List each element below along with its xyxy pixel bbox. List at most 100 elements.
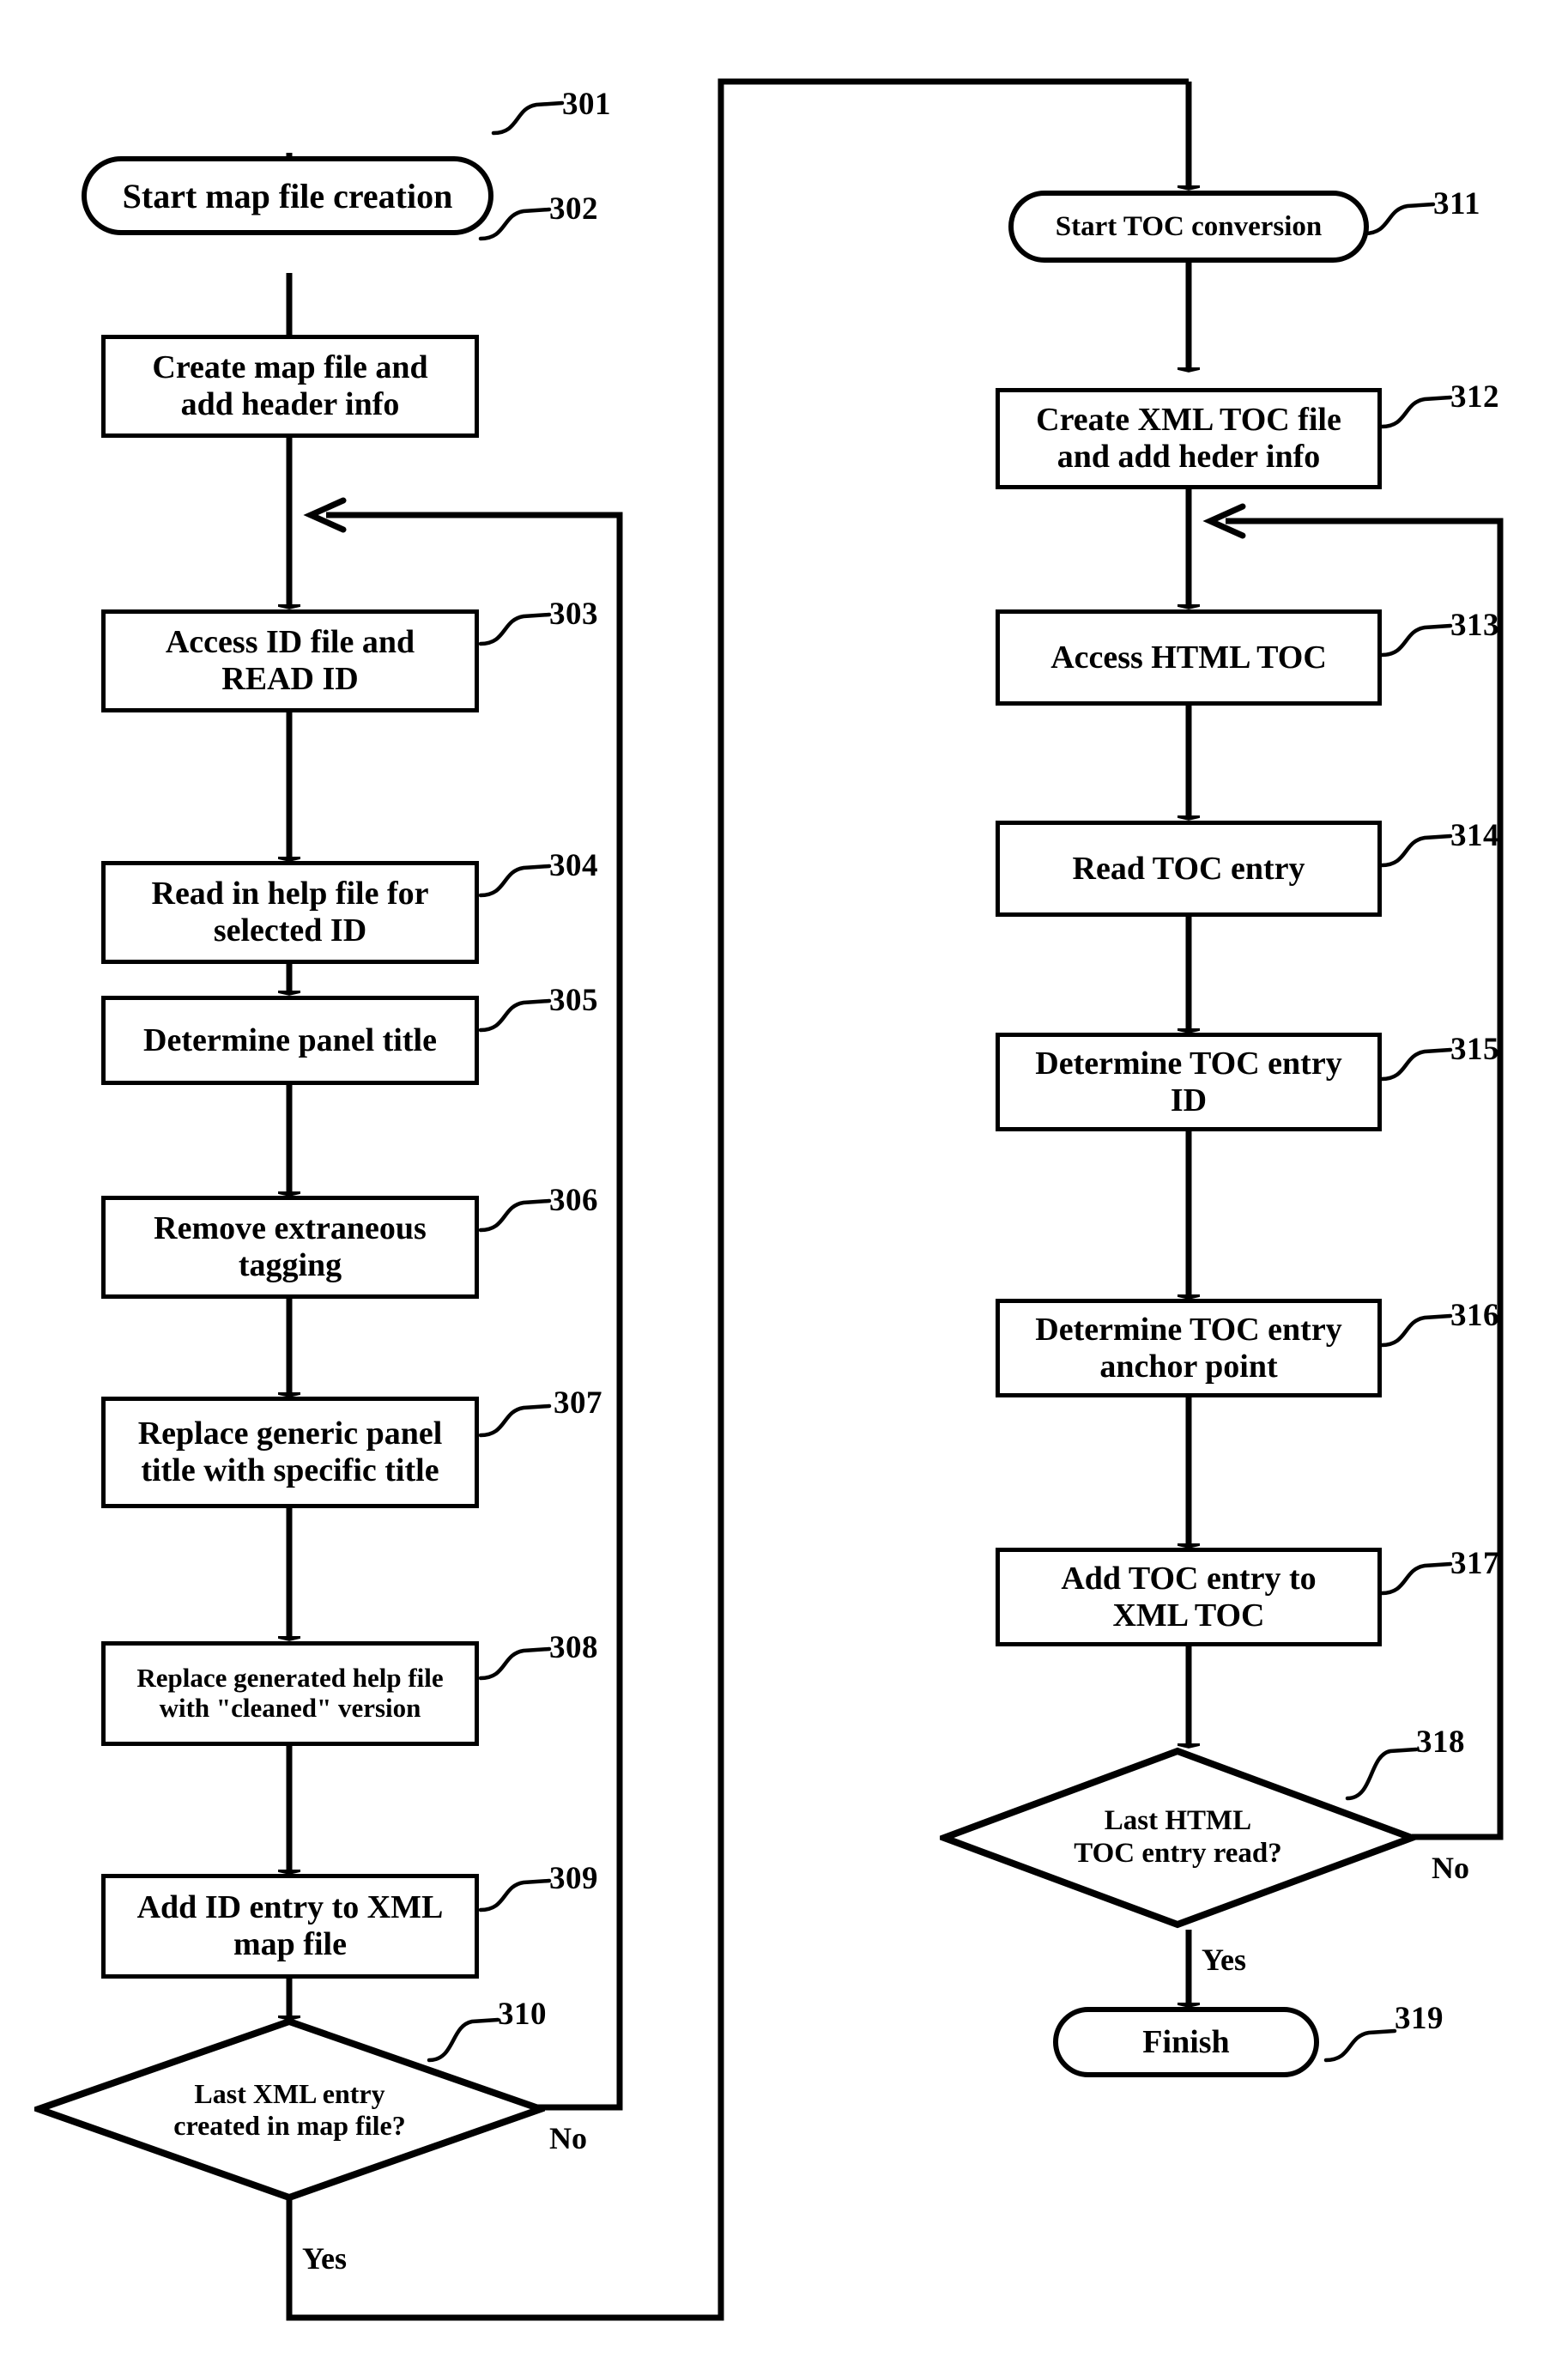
node-label-line2: title with specific title [141, 1452, 439, 1488]
ref-number-305: 305 [549, 983, 598, 1018]
node-replace-generic-panel-title[interactable]: Replace generic panel title with specifi… [101, 1397, 479, 1508]
node-start-toc-conversion[interactable]: Start TOC conversion [1008, 191, 1369, 263]
leader-316 [1379, 1313, 1453, 1348]
node-label: Finish [1142, 2024, 1230, 2060]
node-label-line1: Create XML TOC file [1036, 402, 1341, 439]
leader-314 [1379, 833, 1453, 868]
leader-303 [478, 612, 552, 646]
ref-number-304: 304 [549, 848, 598, 883]
node-label-line1: Replace generated help file [136, 1663, 444, 1694]
ref-number-309: 309 [549, 1861, 598, 1896]
node-label-line1: Access ID file and [165, 624, 415, 661]
node-access-html-toc[interactable]: Access HTML TOC [996, 609, 1382, 706]
node-label: Replace generic panel title with specifi… [133, 1415, 448, 1488]
arrowhead-310-no [303, 497, 347, 533]
node-label-line2: READ ID [221, 661, 359, 697]
node-read-help-file[interactable]: Read in help file for selected ID [101, 861, 479, 964]
node-access-id-file[interactable]: Access ID file and READ ID [101, 609, 479, 712]
node-label: Read in help file for selected ID [147, 876, 434, 949]
node-label: Create map file and add header info [147, 349, 433, 422]
node-finish[interactable]: Finish [1053, 2007, 1319, 2077]
node-determine-toc-anchor-point[interactable]: Determine TOC entry anchor point [996, 1299, 1382, 1397]
node-label-line1: Replace generic panel [137, 1415, 443, 1452]
flowchart-canvas: Start map file creation 301 Create map f… [0, 0, 1568, 2358]
leader-301 [491, 100, 565, 136]
ref-number-307: 307 [554, 1385, 602, 1421]
ref-number-318: 318 [1416, 1725, 1465, 1760]
node-label: Create XML TOC file and add heder info [1031, 402, 1347, 475]
node-label-line1: Remove extraneous [154, 1210, 427, 1247]
leader-315 [1379, 1047, 1453, 1082]
leader-309 [478, 1878, 552, 1912]
node-decision-last-xml-entry[interactable]: Last XML entry created in map file? [34, 2017, 545, 2202]
node-label-line2: ID [1170, 1082, 1208, 1118]
node-label: Add ID entry to XML map file [132, 1889, 449, 1962]
node-start-map-file-creation[interactable]: Start map file creation [82, 156, 493, 235]
node-remove-extraneous-tagging[interactable]: Remove extraneous tagging [101, 1196, 479, 1299]
node-determine-panel-title[interactable]: Determine panel title [101, 996, 479, 1085]
leader-319 [1323, 2028, 1397, 2063]
node-label-line1: Read in help file for [151, 876, 429, 912]
leader-302 [478, 207, 552, 241]
node-label-line2: created in map file? [173, 2109, 406, 2141]
node-label-line2: anchor point [1099, 1348, 1278, 1385]
node-read-toc-entry[interactable]: Read TOC entry [996, 821, 1382, 917]
node-replace-generated-help-file[interactable]: Replace generated help file with "cleane… [101, 1641, 479, 1746]
node-add-id-entry-to-xml-map[interactable]: Add ID entry to XML map file [101, 1874, 479, 1979]
leader-306 [478, 1198, 552, 1233]
ref-number-314: 314 [1450, 818, 1499, 853]
ref-number-315: 315 [1450, 1032, 1499, 1067]
node-label-line2: XML TOC [1112, 1597, 1265, 1634]
node-label-line1: Add TOC entry to [1061, 1560, 1317, 1597]
ref-number-301: 301 [562, 87, 611, 122]
branch-label-318-no: No [1432, 1851, 1469, 1885]
ref-number-306: 306 [549, 1183, 598, 1218]
ref-number-303: 303 [549, 597, 598, 632]
branch-label-310-no: No [549, 2121, 587, 2155]
ref-number-312: 312 [1450, 379, 1499, 415]
node-label: Last XML entry created in map file? [173, 2078, 405, 2141]
ref-number-308: 308 [549, 1630, 598, 1665]
ref-number-313: 313 [1450, 608, 1499, 643]
ref-number-302: 302 [549, 191, 598, 227]
node-label-line1: Create map file and [152, 349, 428, 386]
leader-312 [1379, 395, 1453, 429]
node-label-line2: and add heder info [1056, 439, 1321, 475]
node-create-map-file[interactable]: Create map file and add header info [101, 335, 479, 438]
node-label-line2: map file [233, 1926, 347, 1962]
node-label-line1: Determine TOC entry [1035, 1045, 1342, 1082]
node-label-line2: TOC entry read? [1074, 1838, 1282, 1869]
node-label: Read TOC entry [1072, 850, 1305, 887]
node-add-toc-entry-to-xml[interactable]: Add TOC entry to XML TOC [996, 1548, 1382, 1646]
ref-number-316: 316 [1450, 1298, 1499, 1333]
node-label-line1: Last XML entry [194, 2078, 385, 2110]
node-create-xml-toc-file[interactable]: Create XML TOC file and add heder info [996, 388, 1382, 489]
leader-317 [1379, 1561, 1453, 1596]
node-label: Remove extraneous tagging [148, 1210, 432, 1283]
node-label-line1: Last HTML [1104, 1805, 1252, 1837]
node-label-line2: with "cleaned" version [159, 1693, 421, 1723]
leader-304 [478, 864, 552, 898]
node-label: Access ID file and READ ID [160, 624, 420, 697]
leader-308 [478, 1646, 552, 1681]
node-label: Start map file creation [122, 176, 453, 215]
leader-311 [1362, 202, 1436, 236]
node-label: Determine panel title [143, 1021, 437, 1058]
node-label: Replace generated help file with "cleane… [131, 1663, 448, 1723]
node-decision-last-html-toc-entry[interactable]: Last HTML TOC entry read? [940, 1747, 1416, 1929]
ref-number-311: 311 [1433, 186, 1480, 221]
node-label: Access HTML TOC [1050, 639, 1327, 676]
node-label-line1: Determine TOC entry [1035, 1311, 1342, 1348]
node-determine-toc-entry-id[interactable]: Determine TOC entry ID [996, 1033, 1382, 1131]
arrowhead-318-no [1202, 503, 1246, 539]
node-label: Add TOC entry to XML TOC [1056, 1561, 1321, 1634]
node-label: Determine TOC entry ID [1030, 1046, 1347, 1118]
leader-305 [478, 998, 552, 1033]
branch-label-310-yes: Yes [302, 2241, 347, 2276]
branch-label-318-yes: Yes [1202, 1943, 1246, 1977]
node-label: Determine TOC entry anchor point [1030, 1312, 1347, 1385]
node-label-line1: Add ID entry to XML [136, 1889, 444, 1926]
ref-number-310: 310 [498, 1997, 547, 2032]
node-label: Start TOC conversion [1055, 210, 1323, 242]
ref-number-317: 317 [1450, 1546, 1499, 1581]
